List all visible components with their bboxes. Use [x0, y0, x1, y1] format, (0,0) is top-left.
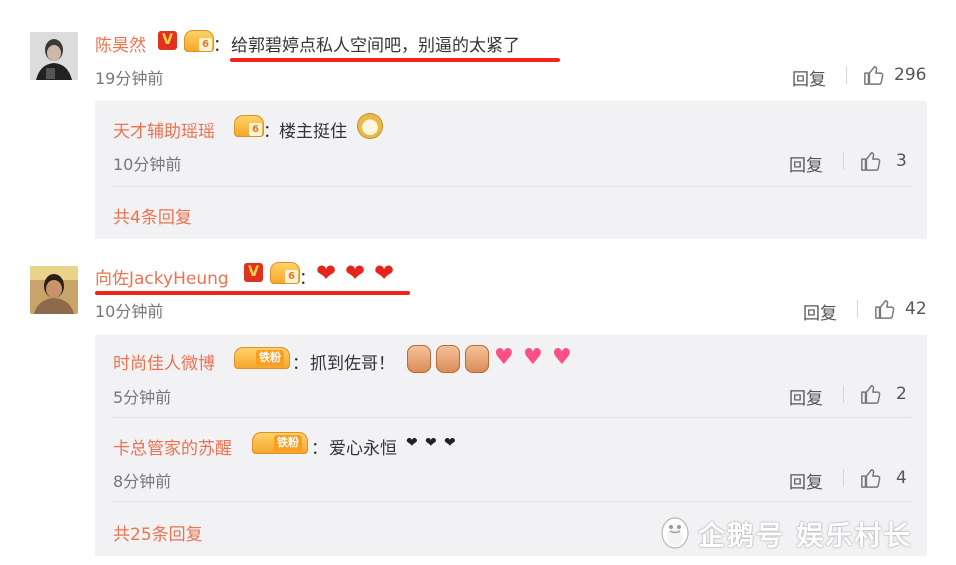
fan-level: 6 [285, 270, 298, 283]
reply-button[interactable]: 回复 [789, 384, 823, 409]
black-heart-emoji-icon: ❤ [444, 435, 456, 451]
comment-time: 10分钟前 [95, 302, 164, 321]
comment-username[interactable]: 陈昊然 [95, 31, 146, 56]
iron-fan-badge-icon: 铁粉 [252, 432, 308, 454]
comment-text: 给郭碧婷点私人空间吧，别逼的太紧了 [231, 36, 520, 56]
thumbs-up-icon[interactable] [863, 64, 885, 86]
verified-v-icon: V [158, 31, 177, 50]
reply-divider [113, 186, 911, 187]
cat-emoji-icon [465, 345, 489, 373]
thumbs-up-icon[interactable] [860, 383, 882, 405]
like-count: 2 [896, 384, 907, 404]
comment-time: 19分钟前 [95, 69, 164, 88]
thumbs-up-icon[interactable] [874, 298, 896, 320]
reply-text: 抓到佐哥！ [310, 354, 395, 374]
like-count: 42 [905, 299, 927, 319]
iron-fan-label: 铁粉 [274, 435, 302, 451]
iron-fan-label: 铁粉 [256, 350, 284, 366]
highlight-underline [95, 291, 410, 295]
heart-emoji-icon: ❤ [374, 259, 395, 287]
reply-text: 爱心永恒 [329, 439, 397, 459]
highlight-underline [230, 58, 560, 62]
reply-username[interactable]: 时尚佳人微博 [113, 349, 215, 374]
fan-level: 6 [249, 123, 262, 136]
reply-username[interactable]: 天才辅助瑶瑶 [113, 117, 215, 142]
black-heart-emoji-icon: ❤ [406, 435, 418, 451]
more-replies-link[interactable]: 共4条回复 [113, 203, 192, 228]
thumbs-up-icon[interactable] [860, 467, 882, 489]
pink-heart-emoji-icon: ♥ [552, 345, 572, 370]
like-count: 4 [896, 468, 907, 488]
comment-username[interactable]: 向佐JackyHeung [95, 264, 229, 289]
divider [846, 66, 847, 84]
comment-separator: ： [299, 269, 316, 289]
comment-separator: ： [213, 36, 230, 56]
reply-username[interactable]: 卡总管家的苏醒 [113, 434, 232, 459]
avatar-image [30, 32, 78, 80]
like-count: 296 [894, 65, 927, 85]
reply-separator: ： [311, 439, 328, 459]
reply-divider [113, 417, 911, 418]
reply-button[interactable]: 回复 [803, 299, 837, 324]
avatar-chen-haoran[interactable] [30, 32, 78, 80]
iron-fan-badge-icon: 铁粉 [234, 347, 290, 369]
verified-v-icon: V [244, 263, 263, 282]
thumbs-up-icon[interactable] [860, 150, 882, 172]
reply-divider [113, 501, 911, 502]
avatar-image [30, 266, 78, 314]
pink-heart-emoji-icon: ♥ [523, 345, 543, 370]
reply-time: 10分钟前 [113, 155, 182, 174]
cat-emoji-icon [407, 345, 431, 373]
reply-button[interactable]: 回复 [789, 468, 823, 493]
penguin-logo-icon [661, 517, 689, 549]
divider [843, 385, 844, 403]
fan-level: 6 [199, 38, 212, 51]
doge-emoji-icon [357, 113, 383, 139]
divider [857, 300, 858, 318]
reply-time: 8分钟前 [113, 472, 172, 491]
black-heart-emoji-icon: ❤ [425, 435, 437, 451]
divider [843, 152, 844, 170]
heart-emoji-icon: ❤ [345, 259, 366, 287]
like-count: 3 [896, 151, 907, 171]
cat-emoji-icon [436, 345, 460, 373]
fan-badge-icon: 6 [270, 262, 300, 284]
avatar-jacky-heung[interactable] [30, 266, 78, 314]
reply-separator: ： [292, 354, 309, 374]
reply-time: 5分钟前 [113, 388, 172, 407]
divider [843, 469, 844, 487]
heart-emoji-icon: ❤ [316, 259, 337, 287]
pink-heart-emoji-icon: ♥ [494, 345, 514, 370]
reply-separator: ： [263, 122, 280, 142]
reply-button[interactable]: 回复 [792, 65, 826, 90]
reply-text: 楼主挺住 [279, 122, 347, 142]
reply-button[interactable]: 回复 [789, 151, 823, 176]
fan-badge-icon: 6 [234, 115, 264, 137]
more-replies-link[interactable]: 共25条回复 [113, 520, 203, 545]
watermark-text: 企鹅号 娱乐村长 [698, 521, 913, 552]
fan-badge-icon: 6 [184, 30, 214, 52]
